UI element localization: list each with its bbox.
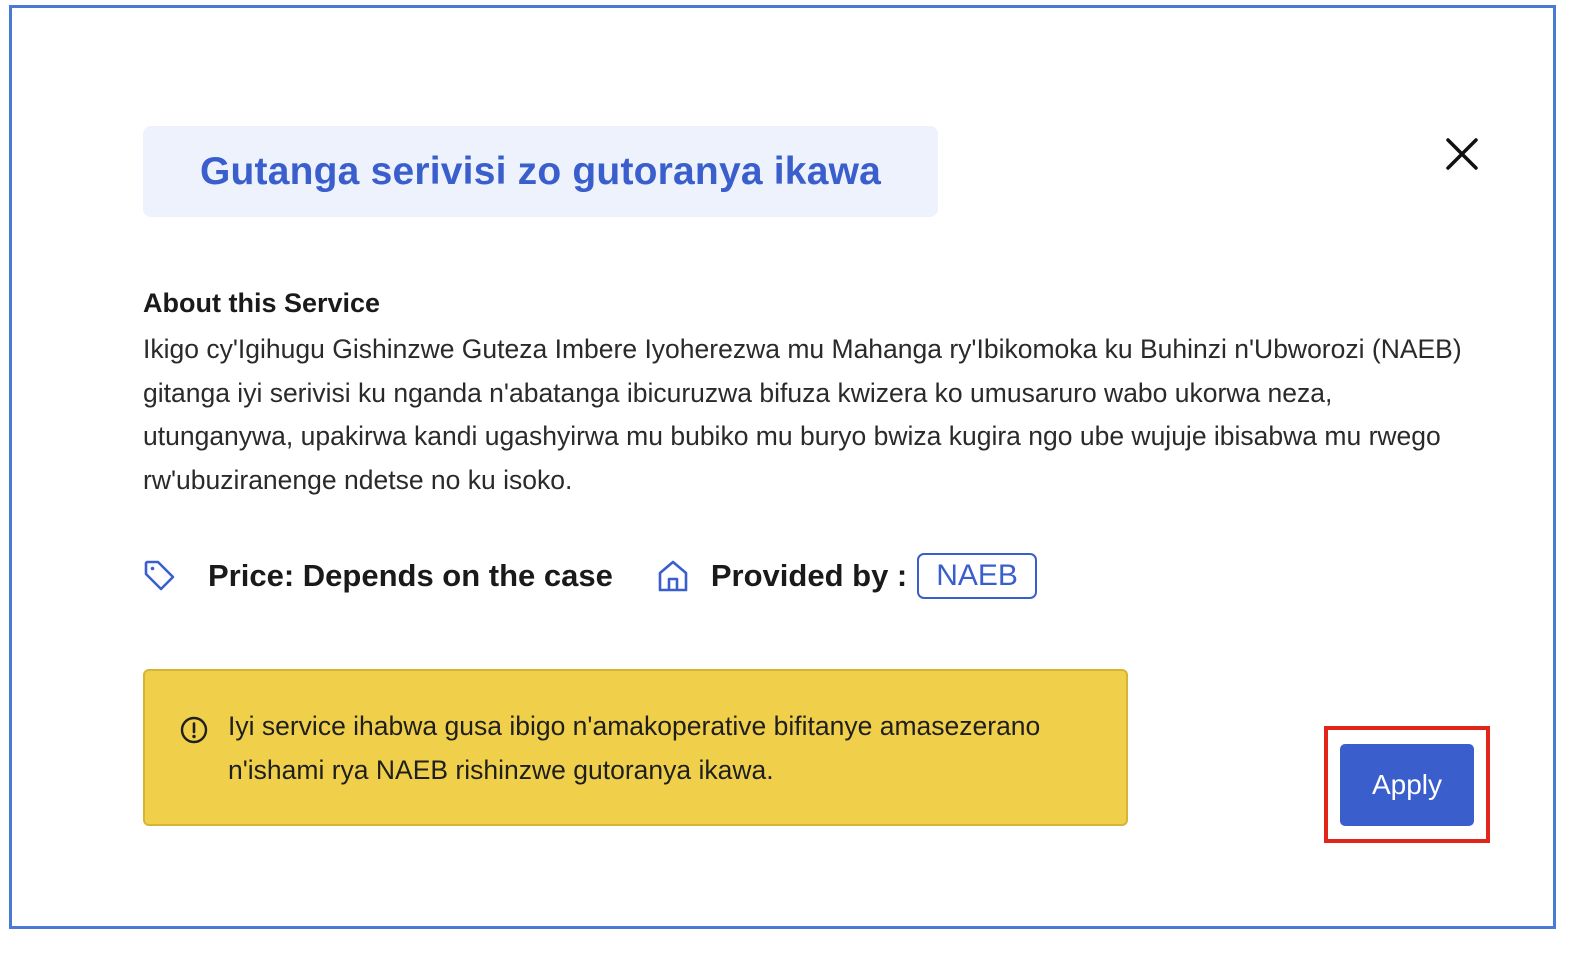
dialog-title: Gutanga serivisi zo gutoranya ikawa [199,149,882,193]
provider-badge[interactable]: NAEB [917,553,1037,599]
notice-text: Iyi service ihabwa gusa ibigo n'amakoper… [228,711,1041,785]
provided-by-label: Provided by : [710,558,908,593]
about-heading: About this Service [143,288,381,318]
close-icon [1446,138,1478,170]
price-text: Price: Depends on the case [208,558,613,593]
title-banner: Gutanga serivisi zo gutoranya ikawa [143,126,938,217]
service-meta-row: Price: Depends on the case Provided by :… [143,551,1037,601]
close-button[interactable] [1440,132,1484,176]
home-icon [658,560,688,592]
about-description: Ikigo cy'Igihugu Gishinzwe Guteza Imbere… [143,334,1462,495]
info-icon [180,716,208,744]
eligibility-notice: Iyi service ihabwa gusa ibigo n'amakoper… [143,669,1128,826]
apply-button[interactable]: Apply [1340,744,1474,826]
tag-icon [144,560,175,591]
modal-dialog: Gutanga serivisi zo gutoranya ikawa Abou… [9,5,1556,929]
